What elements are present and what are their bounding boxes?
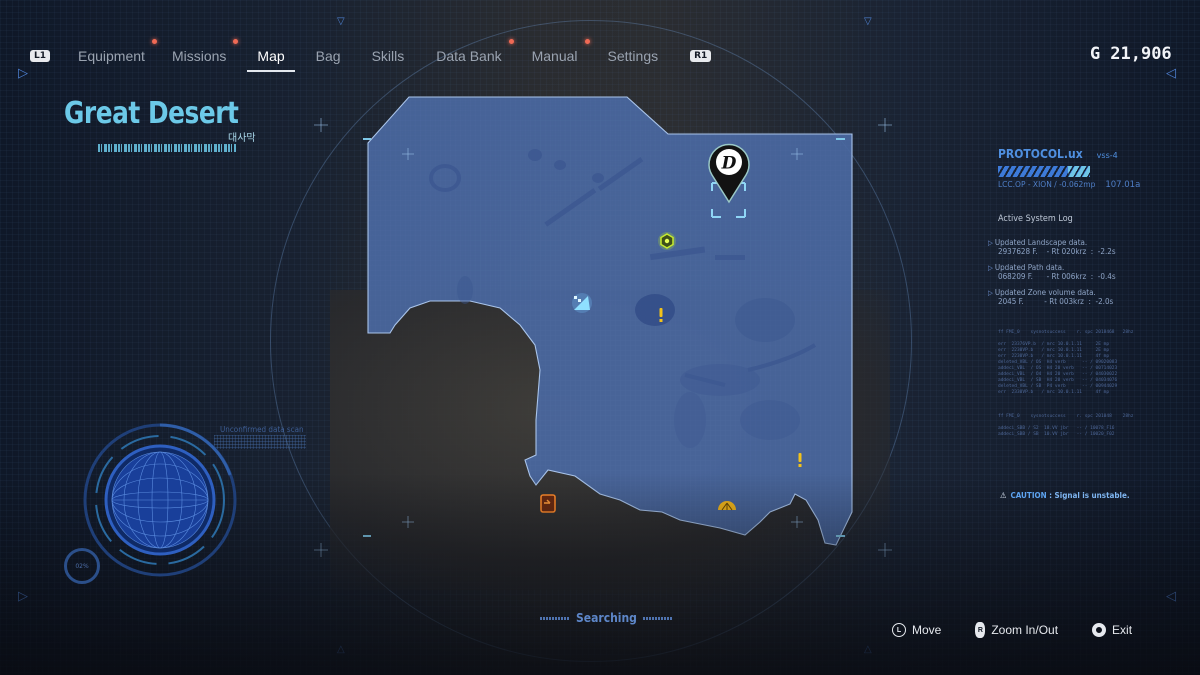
control-exit[interactable]: Exit: [1092, 623, 1132, 637]
protocol-title: PROTOCOL.ux: [998, 147, 1083, 161]
search-status: Searching: [540, 611, 673, 625]
control-hints: L Move R Zoom In/Out Exit: [892, 622, 1166, 638]
status-dash-left: [540, 616, 570, 620]
globe-icon: [83, 423, 237, 577]
tab-settings[interactable]: Settings: [608, 48, 659, 64]
log-entry-detail: 068209 F. - Rt 006krz : -0.4s: [998, 272, 1116, 281]
log-entry: Updated Landscape data. 2937628 F. - Rt …: [988, 238, 1138, 256]
region-name: Great Desert: [64, 96, 239, 131]
system-log-dense-text: ff FMI_0 sysnotsuccess r. spc 2018468 28…: [998, 330, 1134, 437]
protocol-version: vss-4: [1096, 151, 1118, 160]
tab-label: Manual: [531, 48, 578, 64]
control-label: Move: [912, 623, 942, 637]
tab-label: Equipment: [78, 48, 145, 64]
top-tab-bar: L1 Equipment Missions Map Bag Skills Dat…: [30, 39, 712, 72]
protocol-sub-value: 107.01a: [1105, 180, 1141, 190]
caution-text: : Signal is unstable.: [1049, 491, 1130, 500]
circle-button-icon: [1092, 623, 1107, 637]
notification-dot: [233, 39, 239, 44]
notification-dot: [508, 39, 514, 44]
tab-skills[interactable]: Skills: [372, 48, 405, 64]
log-entry-detail: 2045 F. - Rt 003krz : -2.0s: [998, 297, 1114, 306]
caution-label: CAUTION: [1010, 491, 1047, 500]
protocol-sub: LCC.OP - XION / -0.062mp 107.01a: [998, 180, 1140, 190]
currency-display: G 21,906: [1090, 44, 1172, 64]
region-name-korean: 대사막: [228, 133, 256, 144]
tab-label: Data Bank: [436, 48, 502, 64]
system-log-title: Active System Log: [998, 214, 1073, 224]
log-entry-title: Updated Zone volume data.: [988, 288, 1138, 297]
protocol-panel: PROTOCOL.ux vss-4 LCC.OP - XION / -0.062m…: [998, 143, 1140, 190]
log-entry: Updated Path data. 068209 F. - Rt 006krz…: [988, 263, 1138, 281]
tab-label: Bag: [315, 48, 341, 64]
tab-missions[interactable]: Missions: [171, 39, 239, 64]
tab-label: Settings: [607, 48, 659, 64]
log-entry-title: Updated Landscape data.: [988, 238, 1138, 247]
protocol-progress-bar: [998, 166, 1090, 177]
tab-map[interactable]: Map: [247, 48, 295, 72]
l1-button-hint[interactable]: L1: [30, 50, 50, 62]
left-stick-icon: L: [892, 623, 906, 637]
currency-symbol: G: [1090, 44, 1101, 64]
log-entry-detail: 2937628 F. - Rt 020krz : -2.2s: [998, 247, 1116, 256]
system-log: Updated Landscape data. 2937628 F. - Rt …: [988, 238, 1138, 313]
notification-dot: [151, 39, 157, 44]
notification-dot: [584, 39, 590, 44]
warning-triangle-icon: ⚠: [1000, 491, 1007, 500]
tab-manual[interactable]: Manual: [531, 39, 590, 64]
control-zoom[interactable]: R Zoom In/Out: [975, 622, 1058, 638]
globe-scanner: [80, 420, 240, 580]
tab-data-bank[interactable]: Data Bank: [436, 39, 514, 64]
tab-label: Missions: [171, 48, 227, 64]
control-move[interactable]: L Move: [892, 623, 941, 637]
status-dash-right: [642, 616, 673, 620]
right-stick-icon: R: [975, 622, 986, 638]
r1-button-hint[interactable]: R1: [690, 50, 712, 62]
tab-label: Map: [257, 48, 285, 64]
search-status-text: Searching: [576, 611, 637, 625]
mini-gauge: 02%: [64, 548, 100, 584]
log-entry: Updated Zone volume data. 2045 F. - Rt 0…: [988, 288, 1138, 306]
tab-label: Skills: [371, 48, 405, 64]
caution-message: ⚠ CAUTION : Signal is unstable.: [1000, 491, 1130, 500]
log-entry-title: Updated Path data.: [988, 263, 1138, 272]
control-label: Exit: [1112, 623, 1133, 637]
gauge-text: 02%: [75, 562, 89, 570]
protocol-sub-label: LCC.OP - XION / -0.062mp: [998, 180, 1096, 189]
currency-amount: 21,906: [1110, 44, 1172, 64]
tab-bag[interactable]: Bag: [316, 48, 341, 64]
control-label: Zoom In/Out: [991, 623, 1059, 637]
region-header: Great Desert 대사막: [64, 96, 256, 152]
region-barcode: [98, 144, 236, 152]
tab-equipment[interactable]: Equipment: [78, 39, 157, 64]
